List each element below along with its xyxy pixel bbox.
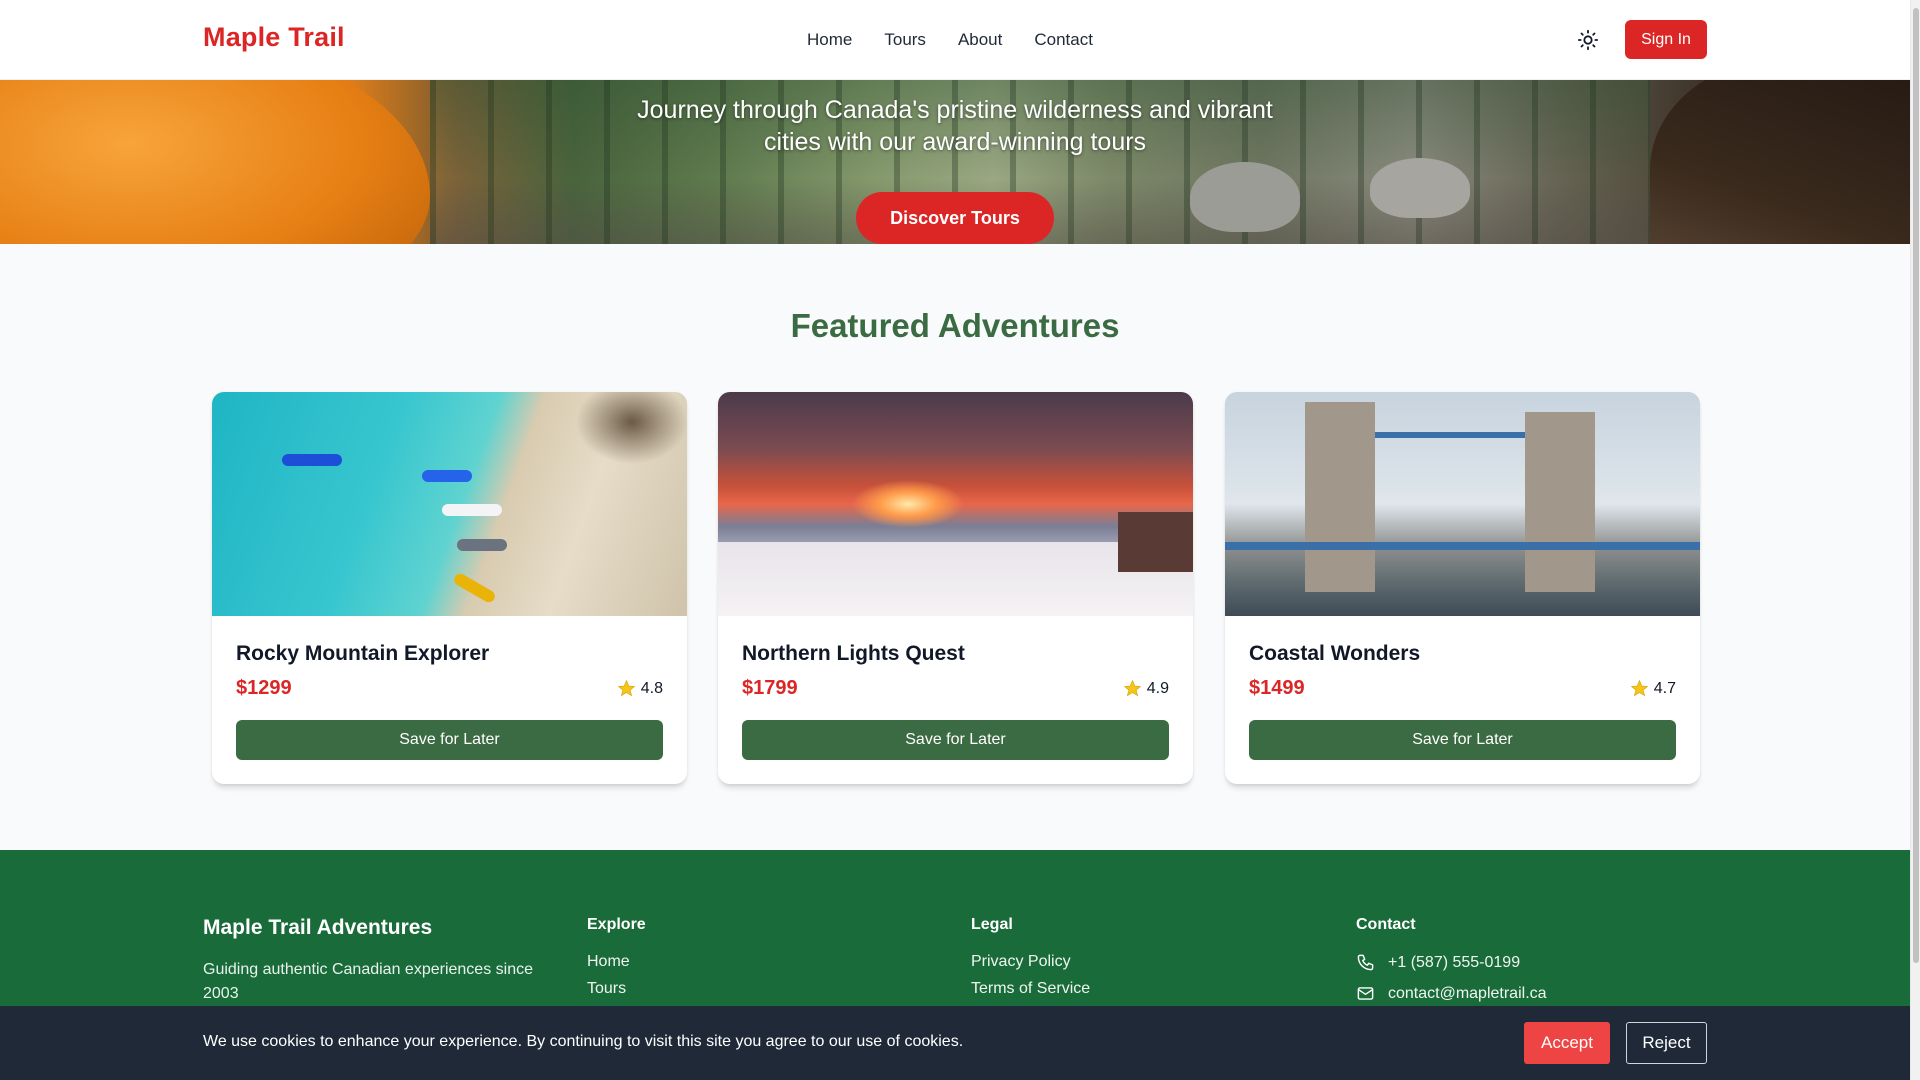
tour-rating: 4.7 <box>1630 679 1676 698</box>
save-for-later-button[interactable]: Save for Later <box>236 720 663 760</box>
footer-phone[interactable]: +1 (587) 555-0199 <box>1356 953 1547 972</box>
bridge-walkway-shape <box>1375 432 1525 438</box>
tour-title[interactable]: Rocky Mountain Explorer <box>236 642 489 666</box>
page-scrollbar[interactable] <box>1910 0 1920 1080</box>
sign-in-button[interactable]: Sign In <box>1625 20 1707 59</box>
hero-banner: Journey through Canada's pristine wilder… <box>0 80 1910 244</box>
hero-subtitle-wrap: Journey through Canada's pristine wilder… <box>0 94 1910 158</box>
tour-card: Rocky Mountain Explorer $1299 4.8 Save f… <box>212 392 687 784</box>
tour-price: $1499 <box>1249 677 1305 699</box>
cookie-reject-button[interactable]: Reject <box>1626 1022 1707 1064</box>
phone-icon <box>1357 954 1374 971</box>
discover-tours-button[interactable]: Discover Tours <box>856 192 1054 244</box>
cookie-accept-button[interactable]: Accept <box>1524 1022 1610 1064</box>
main-nav: Home Tours About Contact <box>807 30 1093 50</box>
footer-phone-text: +1 (587) 555-0199 <box>1388 953 1521 971</box>
nav-about[interactable]: About <box>958 30 1002 50</box>
mail-icon <box>1357 987 1374 1000</box>
footer-contact: Contact +1 (587) 555-0199 contact@maplet… <box>1356 916 1547 1015</box>
tour-card: Coastal Wonders $1499 4.7 Save for Later <box>1225 392 1700 784</box>
scrollbar-thumb[interactable] <box>1913 8 1919 963</box>
footer-explore-title: Explore <box>587 916 646 933</box>
footer-brand: Maple Trail Adventures <box>203 916 433 939</box>
boat-shape <box>442 504 502 516</box>
tour-card: Northern Lights Quest $1799 4.9 Save for… <box>718 392 1193 784</box>
footer-link-terms[interactable]: Terms of Service <box>971 980 1090 998</box>
nav-contact[interactable]: Contact <box>1034 30 1093 50</box>
footer-email-text: contact@mapletrail.ca <box>1388 984 1547 1002</box>
tour-image <box>1225 392 1700 616</box>
boat-shape <box>282 454 342 466</box>
boat-shape <box>422 470 472 482</box>
tour-image <box>212 392 687 616</box>
hero-rock-image <box>1190 162 1300 232</box>
nav-tours[interactable]: Tours <box>884 30 926 50</box>
cabin-shape <box>1118 512 1193 572</box>
page: Maple Trail Home Tours About Contact Sig… <box>0 0 1910 1080</box>
footer-legal-title: Legal <box>971 916 1013 933</box>
rating-value: 4.9 <box>1146 679 1169 697</box>
tour-image <box>718 392 1193 616</box>
footer-tagline: Guiding authentic Canadian experiences s… <box>203 961 533 1002</box>
featured-title: Featured Adventures <box>790 307 1120 344</box>
star-icon <box>617 679 635 697</box>
save-for-later-button[interactable]: Save for Later <box>742 720 1169 760</box>
tour-rating: 4.9 <box>1123 679 1169 698</box>
tour-rating: 4.8 <box>617 679 663 698</box>
hero-rock-image <box>1370 158 1470 218</box>
rating-value: 4.7 <box>1653 679 1676 697</box>
save-for-later-button[interactable]: Save for Later <box>1249 720 1676 760</box>
hero-subtitle: Journey through Canada's pristine wilder… <box>637 96 1273 156</box>
footer-link-tours[interactable]: Tours <box>587 980 646 998</box>
theme-toggle-button[interactable] <box>1575 27 1601 53</box>
tour-price: $1799 <box>742 677 798 699</box>
footer-link-home[interactable]: Home <box>587 953 646 971</box>
footer-email[interactable]: contact@mapletrail.ca <box>1356 984 1547 1003</box>
tour-title[interactable]: Northern Lights Quest <box>742 642 965 666</box>
tour-title[interactable]: Coastal Wonders <box>1249 642 1420 666</box>
footer-contact-title: Contact <box>1356 916 1416 933</box>
nav-home[interactable]: Home <box>807 30 852 50</box>
rating-value: 4.8 <box>640 679 663 697</box>
brand-logo[interactable]: Maple Trail <box>203 22 345 53</box>
footer-link-privacy[interactable]: Privacy Policy <box>971 953 1090 971</box>
footer-legal: Legal Privacy Policy Terms of Service <box>971 916 1090 1007</box>
boat-shape <box>452 571 497 605</box>
star-icon <box>1630 679 1648 697</box>
boat-shape <box>457 539 507 551</box>
footer-explore: Explore Home Tours <box>587 916 646 1007</box>
sun-icon <box>1577 29 1599 51</box>
bridge-deck-shape <box>1225 542 1700 550</box>
site-header: Maple Trail Home Tours About Contact Sig… <box>0 0 1910 80</box>
cookie-banner: We use cookies to enhance your experienc… <box>0 1006 1910 1080</box>
star-icon <box>1123 679 1141 697</box>
cookie-message: We use cookies to enhance your experienc… <box>203 1033 964 1050</box>
tour-price: $1299 <box>236 677 292 699</box>
tower-shape <box>1525 412 1595 592</box>
tower-shape <box>1305 402 1375 592</box>
